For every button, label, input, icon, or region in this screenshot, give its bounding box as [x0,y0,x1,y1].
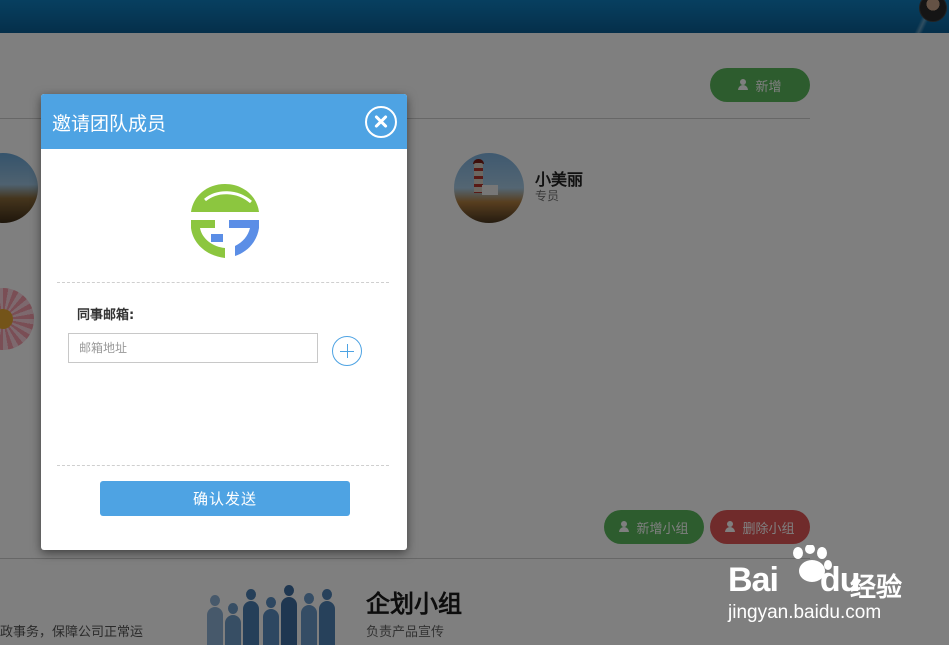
close-icon[interactable] [365,106,397,138]
dialog-header: 邀请团队成员 [41,94,407,149]
dialog-title: 邀请团队成员 [52,113,167,135]
watermark-url: jingyan.baidu.com [728,602,882,623]
baidu-watermark: Bai du 经验 jingyan.baidu.com [728,545,928,625]
divider [57,465,389,466]
email-field[interactable] [68,333,318,363]
plus-icon[interactable] [332,336,362,366]
invite-member-dialog: 邀请团队成员 同事邮箱: 确认发送 [41,94,407,550]
email-field-label: 同事邮箱: [77,308,135,323]
confirm-send-button[interactable]: 确认发送 [100,481,350,516]
watermark-brand: Bai du [728,561,860,599]
watermark-cn: 经验 [850,573,903,603]
divider [57,282,389,283]
logo-icon [191,184,259,258]
